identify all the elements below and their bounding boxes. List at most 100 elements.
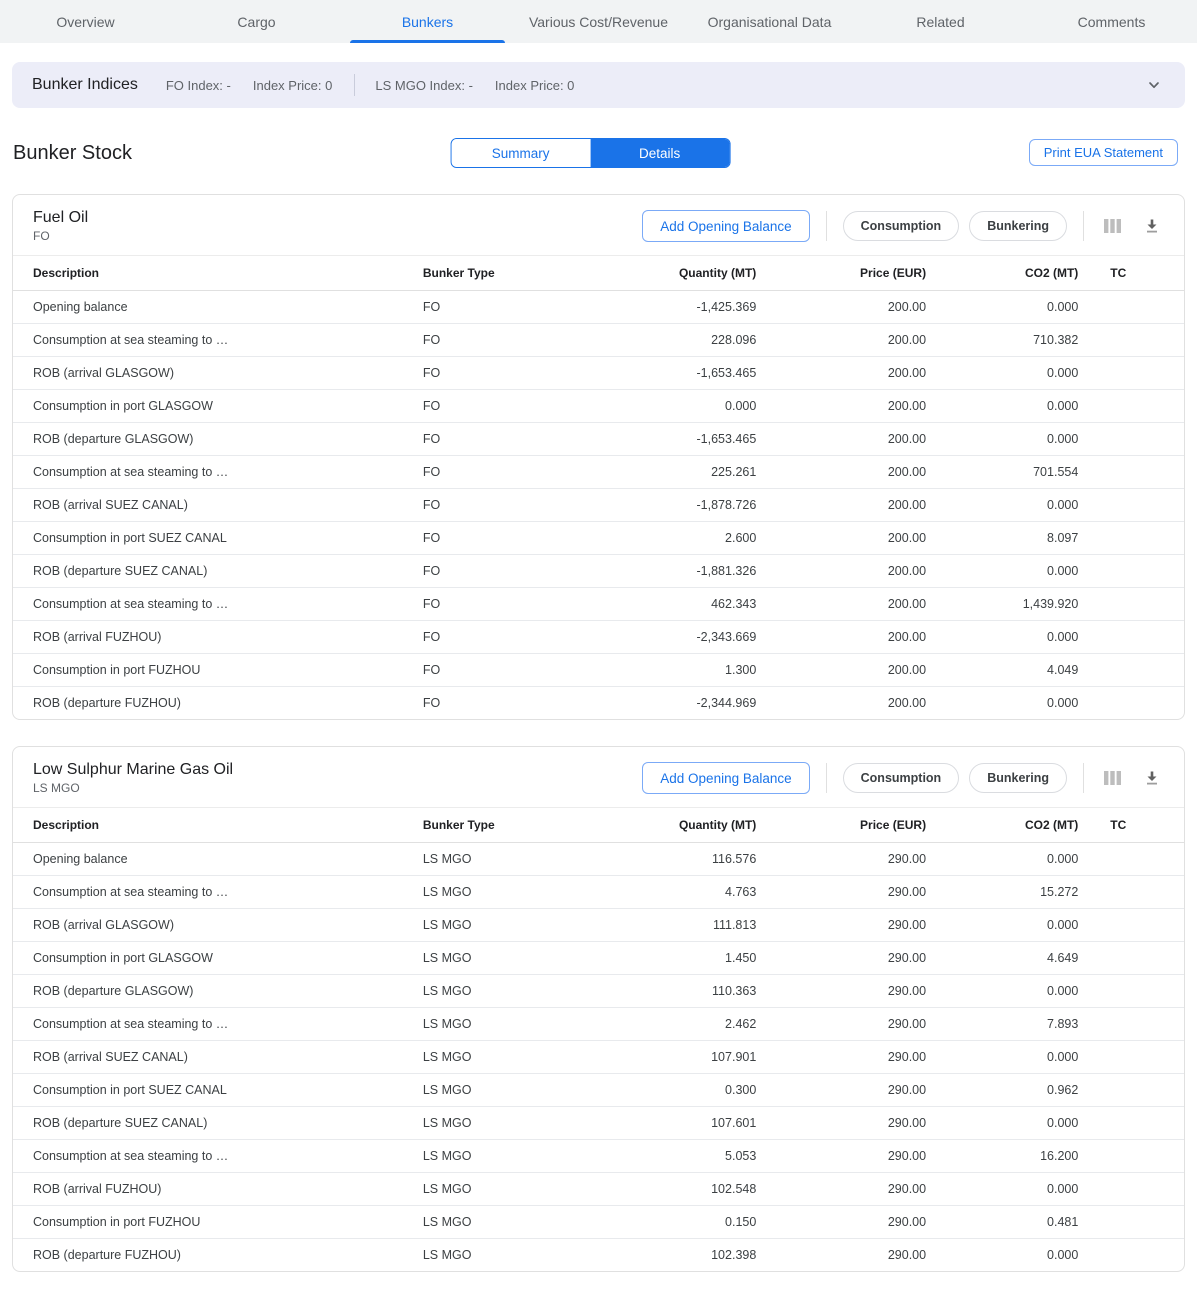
bunkering-button[interactable]: Bunkering [969, 211, 1067, 241]
price-cell: 200.00 [768, 423, 938, 456]
column-header-co2: CO2 (MT) [938, 256, 1090, 291]
tc-cell [1090, 975, 1184, 1008]
tc-cell [1090, 1206, 1184, 1239]
table-row: Consumption in port GLASGOWLS MGO1.45029… [13, 942, 1184, 975]
price-cell: 200.00 [768, 324, 938, 357]
description-cell: Consumption in port GLASGOW [13, 942, 423, 975]
co2-cell: 0.000 [938, 687, 1090, 720]
co2-cell: 0.000 [938, 489, 1090, 522]
card-title: Fuel Oil [33, 209, 642, 227]
quantity-cell: -1,653.465 [604, 423, 768, 456]
table-row: ROB (arrival SUEZ CANAL)LS MGO107.901290… [13, 1041, 1184, 1074]
tab-label: Comments [1078, 14, 1146, 30]
quantity-cell: 228.096 [604, 324, 768, 357]
price-cell: 290.00 [768, 1107, 938, 1140]
co2-cell: 0.000 [938, 1041, 1090, 1074]
price-cell: 290.00 [768, 1008, 938, 1041]
quantity-cell: 116.576 [604, 843, 768, 876]
price-cell: 290.00 [768, 975, 938, 1008]
tc-cell [1090, 942, 1184, 975]
table-row: Opening balanceFO-1,425.369200.000.000 [13, 291, 1184, 324]
bunker-type-cell: FO [423, 588, 605, 621]
co2-cell: 0.000 [938, 291, 1090, 324]
tc-cell [1090, 909, 1184, 942]
bunker-type-cell: LS MGO [423, 942, 605, 975]
description-cell: ROB (arrival GLASGOW) [13, 909, 423, 942]
price-cell: 200.00 [768, 621, 938, 654]
tc-cell [1090, 1239, 1184, 1272]
table-header-row: DescriptionBunker TypeQuantity (MT)Price… [13, 808, 1184, 843]
ls-mgo-index-price-label: Index Price: 0 [495, 78, 575, 93]
divider [354, 74, 355, 96]
chevron-down-icon[interactable] [1145, 76, 1163, 94]
bunker-type-cell: LS MGO [423, 975, 605, 1008]
tc-cell [1090, 1173, 1184, 1206]
description-cell: ROB (arrival FUZHOU) [13, 1173, 423, 1206]
divider [1083, 211, 1084, 241]
column-header-quantity: Quantity (MT) [604, 256, 768, 291]
tab-related[interactable]: Related [855, 0, 1026, 43]
tab-various-cost-revenue[interactable]: Various Cost/Revenue [513, 0, 684, 43]
quantity-cell: -1,878.726 [604, 489, 768, 522]
price-cell: 290.00 [768, 1140, 938, 1173]
tc-cell [1090, 1008, 1184, 1041]
quantity-cell: -2,344.969 [604, 687, 768, 720]
tab-bunkers[interactable]: Bunkers [342, 0, 513, 43]
table-row: Consumption at sea steaming to …LS MGO2.… [13, 1008, 1184, 1041]
tc-cell [1090, 1107, 1184, 1140]
co2-cell: 4.649 [938, 942, 1090, 975]
bunker-indices-bar[interactable]: Bunker Indices FO Index: - Index Price: … [12, 62, 1185, 108]
tc-cell [1090, 876, 1184, 909]
description-cell: ROB (departure SUEZ CANAL) [13, 555, 423, 588]
bunker-type-cell: FO [423, 423, 605, 456]
quantity-cell: 102.548 [604, 1173, 768, 1206]
table-header-row: DescriptionBunker TypeQuantity (MT)Price… [13, 256, 1184, 291]
summary-tab[interactable]: Summary [451, 139, 590, 167]
co2-cell: 0.000 [938, 390, 1090, 423]
description-cell: Opening balance [13, 843, 423, 876]
table-row: Consumption at sea steaming to …LS MGO5.… [13, 1140, 1184, 1173]
co2-cell: 0.000 [938, 1239, 1090, 1272]
co2-cell: 0.481 [938, 1206, 1090, 1239]
table-row: Consumption at sea steaming to …FO225.26… [13, 456, 1184, 489]
tab-cargo[interactable]: Cargo [171, 0, 342, 43]
table-row: Consumption in port GLASGOWFO0.000200.00… [13, 390, 1184, 423]
co2-cell: 4.049 [938, 654, 1090, 687]
column-header-quantity: Quantity (MT) [604, 808, 768, 843]
description-cell: Consumption in port FUZHOU [13, 654, 423, 687]
co2-cell: 0.000 [938, 357, 1090, 390]
consumption-button[interactable]: Consumption [843, 763, 960, 793]
bunkering-button[interactable]: Bunkering [969, 763, 1067, 793]
co2-cell: 0.000 [938, 423, 1090, 456]
description-cell: ROB (departure FUZHOU) [13, 1239, 423, 1272]
add-opening-balance-button[interactable]: Add Opening Balance [642, 762, 809, 794]
co2-cell: 0.000 [938, 555, 1090, 588]
columns-icon[interactable] [1100, 766, 1124, 790]
price-cell: 290.00 [768, 942, 938, 975]
download-icon[interactable] [1140, 214, 1164, 238]
consumption-button[interactable]: Consumption [843, 211, 960, 241]
tab-comments[interactable]: Comments [1026, 0, 1197, 43]
co2-cell: 710.382 [938, 324, 1090, 357]
bunker-card: Low Sulphur Marine Gas Oil LS MGO Add Op… [12, 746, 1185, 1272]
co2-cell: 8.097 [938, 522, 1090, 555]
details-tab[interactable]: Details [590, 139, 729, 167]
table-row: ROB (departure GLASGOW)LS MGO110.363290.… [13, 975, 1184, 1008]
add-opening-balance-button[interactable]: Add Opening Balance [642, 210, 809, 242]
table-row: ROB (arrival GLASGOW)FO-1,653.465200.000… [13, 357, 1184, 390]
download-icon[interactable] [1140, 766, 1164, 790]
bunker-type-cell: FO [423, 687, 605, 720]
columns-icon[interactable] [1100, 214, 1124, 238]
print-eua-statement-button[interactable]: Print EUA Statement [1029, 139, 1178, 166]
fo-index-price-label: Index Price: 0 [253, 78, 333, 93]
bunker-type-cell: FO [423, 654, 605, 687]
bunker-type-cell: LS MGO [423, 1107, 605, 1140]
tab-organisational-data[interactable]: Organisational Data [684, 0, 855, 43]
quantity-cell: -2,343.669 [604, 621, 768, 654]
tc-cell [1090, 588, 1184, 621]
description-cell: ROB (arrival SUEZ CANAL) [13, 489, 423, 522]
tab-overview[interactable]: Overview [0, 0, 171, 43]
tab-label: Cargo [237, 14, 275, 30]
tc-cell [1090, 1074, 1184, 1107]
table-row: ROB (arrival FUZHOU)LS MGO102.548290.000… [13, 1173, 1184, 1206]
